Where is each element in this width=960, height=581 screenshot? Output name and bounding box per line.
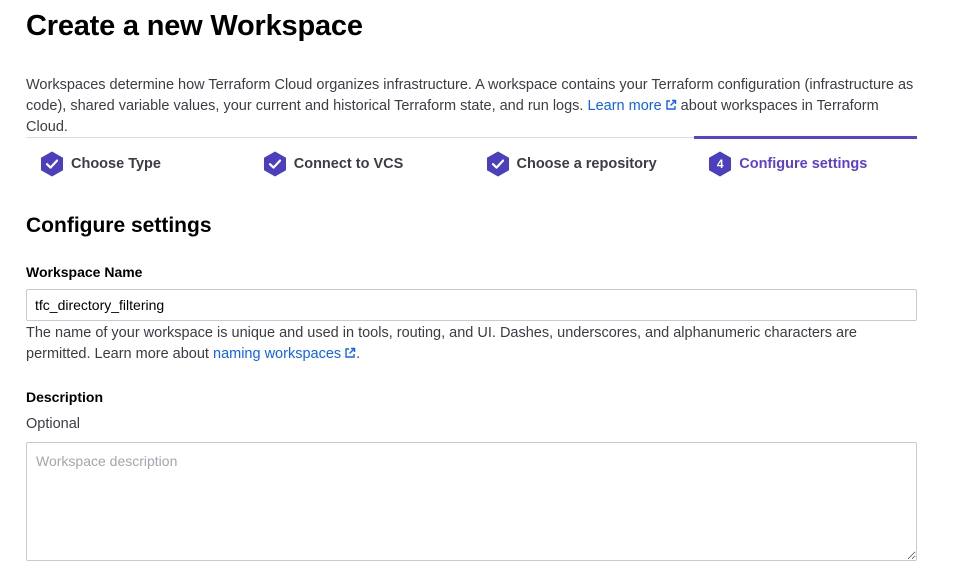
description-label: Description	[26, 389, 104, 405]
step-label: Choose a repository	[516, 156, 657, 172]
step-choose-type[interactable]: Choose Type	[26, 138, 249, 190]
workspace-name-label: Workspace Name	[26, 264, 143, 280]
check-icon	[486, 151, 510, 177]
step-number: 4	[716, 156, 724, 171]
naming-workspaces-link[interactable]: naming workspaces	[213, 346, 356, 362]
optional-hint: Optional	[26, 416, 81, 432]
learn-more-link[interactable]: Learn more	[588, 98, 677, 114]
page-title: Create a new Workspace	[26, 10, 363, 42]
step-label: Connect to VCS	[293, 156, 404, 172]
workspace-name-input[interactable]	[26, 289, 917, 321]
external-link-icon	[665, 99, 676, 110]
description-textarea[interactable]	[26, 442, 917, 561]
step-configure-settings[interactable]: 4 Configure settings	[694, 136, 917, 188]
intro-text: Workspaces determine how Terraform Cloud…	[26, 77, 914, 135]
step-number-badge: 4	[708, 151, 732, 177]
workspace-name-help: The name of your workspace is unique and…	[26, 325, 857, 362]
stepper: Choose Type Connect to VCS Choose a repo…	[26, 136, 917, 190]
step-label: Configure settings	[739, 155, 868, 172]
section-title: Configure settings	[26, 214, 212, 237]
step-connect-to-vcs[interactable]: Connect to VCS	[249, 138, 472, 190]
step-label: Choose Type	[71, 156, 161, 172]
check-icon	[263, 151, 287, 177]
check-icon	[40, 151, 64, 177]
external-link-icon	[345, 347, 356, 358]
step-choose-repository[interactable]: Choose a repository	[472, 138, 695, 190]
